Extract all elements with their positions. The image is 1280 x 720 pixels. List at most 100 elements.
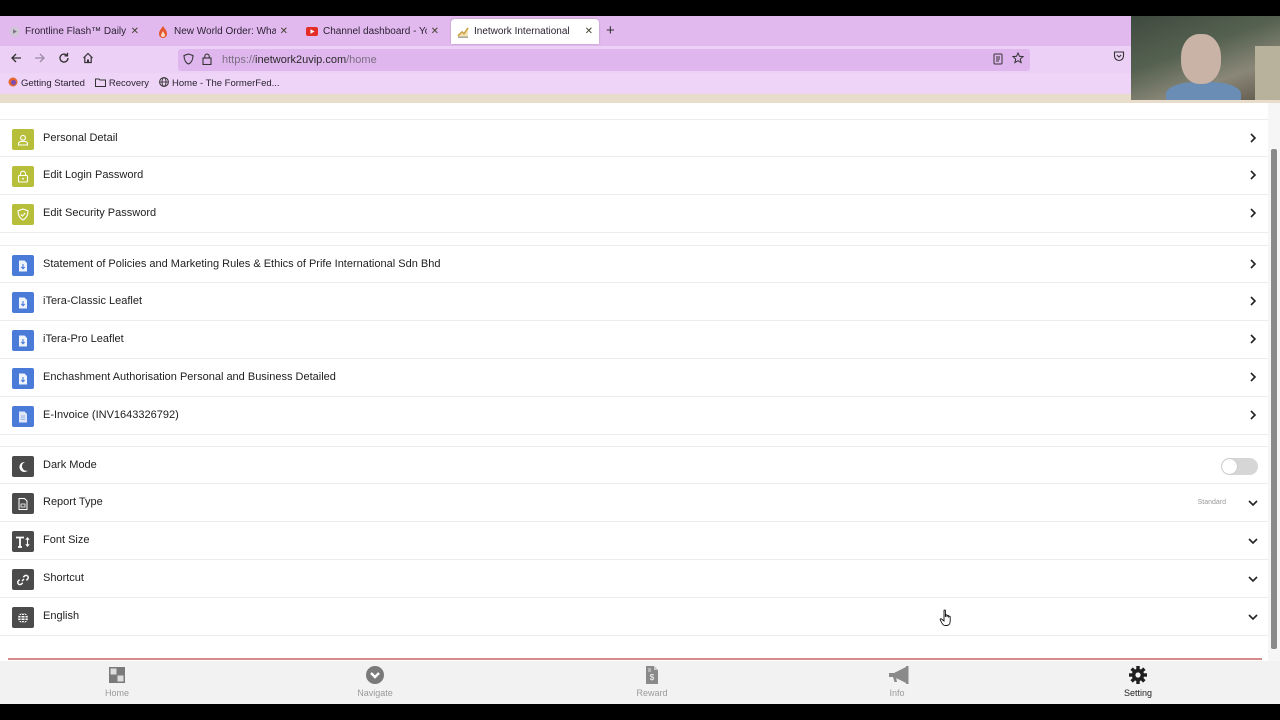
reload-button[interactable] (55, 51, 73, 69)
dark-mode-toggle[interactable] (1221, 458, 1258, 475)
settings-item-font-size[interactable]: Font Size (0, 522, 1268, 560)
settings-item-label: Enchashment Authorisation Personal and B… (43, 371, 336, 383)
reward-icon: $ (642, 665, 662, 685)
chevron-right-icon (1250, 208, 1257, 218)
browser-tab-active[interactable]: Inetwork International ✕ (451, 19, 599, 44)
youtube-icon (306, 26, 318, 38)
folder-icon (94, 78, 106, 90)
bookmarks-toolbar: Getting Started Recovery Home - The Form… (0, 73, 1131, 94)
url-text[interactable]: https://inetwork2uvip.com/home (222, 54, 377, 66)
nav-label: Info (889, 688, 905, 698)
back-button[interactable] (7, 51, 25, 69)
file-download-icon (12, 368, 34, 389)
shield-check-icon (12, 204, 34, 225)
arrow-right-icon (35, 53, 45, 63)
settings-item-language[interactable]: English (0, 598, 1268, 636)
nav-item-home[interactable]: Home (77, 665, 157, 698)
chevron-right-icon (1250, 334, 1257, 344)
nav-label: Reward (636, 688, 668, 698)
arrow-left-icon (11, 53, 21, 63)
browser-chrome: Frontline Flash™ Daily Dose ✕ New World … (0, 16, 1131, 94)
webcam-overlay (1131, 16, 1280, 100)
tab-title: Frontline Flash™ Daily Dose (25, 26, 127, 37)
bookmark-item[interactable]: Getting Started (8, 77, 85, 90)
hand-pointer-cursor-icon (939, 609, 951, 626)
settings-item-edit-login-password[interactable]: Edit Login Password (0, 157, 1268, 195)
nav-label: Setting (1123, 688, 1153, 698)
tab-close-icon[interactable]: ✕ (131, 26, 139, 37)
document-item-itera-pro-leaflet[interactable]: iTera-Pro Leaflet (0, 321, 1268, 359)
toggle-knob (1222, 459, 1237, 474)
tracking-shield-icon[interactable] (183, 52, 194, 68)
settings-item-label: Personal Detail (43, 132, 118, 144)
chevron-right-icon (1250, 170, 1257, 180)
settings-item-label: Shortcut (43, 572, 84, 584)
address-bar[interactable]: https://inetwork2uvip.com/home (178, 49, 1030, 71)
settings-item-label: Edit Login Password (43, 169, 144, 181)
account-settings-group: Personal Detail Edit Login Password Edit… (0, 119, 1268, 233)
firefox-icon (8, 77, 18, 90)
settings-item-label: iTera-Pro Leaflet (43, 333, 124, 345)
user-icon (12, 129, 34, 150)
link-icon (12, 569, 34, 590)
browser-tab[interactable]: Frontline Flash™ Daily Dose ✕ (2, 19, 145, 44)
scrollbar-thumb[interactable] (1271, 149, 1277, 649)
moon-icon (12, 456, 34, 477)
document-item-policies[interactable]: Statement of Policies and Marketing Rule… (0, 245, 1268, 283)
settings-item-label: Statement of Policies and Marketing Rule… (43, 258, 441, 270)
file-text-icon (12, 406, 34, 427)
settings-item-report-type[interactable]: Report Type Standard (0, 484, 1268, 522)
new-tab-button[interactable]: + (606, 22, 615, 39)
bookmark-label: Recovery (108, 78, 150, 89)
settings-item-label: Dark Mode (43, 459, 97, 471)
tab-title: Inetwork International (474, 26, 570, 37)
settings-item-label: iTera-Classic Leaflet (43, 295, 143, 307)
settings-item-edit-security-password[interactable]: Edit Security Password (0, 195, 1268, 233)
report-type-value: Standard (1197, 499, 1226, 506)
document-item-e-invoice[interactable]: E-Invoice (INV1643326792) (0, 397, 1268, 435)
settings-item-label: Edit Security Password (43, 207, 157, 219)
nav-item-navigate[interactable]: Navigate (335, 665, 415, 698)
url-path: /home (346, 54, 377, 66)
globe-icon (159, 77, 169, 90)
browser-tab[interactable]: Channel dashboard - YouTube ✕ (300, 19, 445, 44)
pocket-icon[interactable] (1113, 51, 1125, 65)
nav-item-setting[interactable]: Setting (1098, 665, 1178, 698)
forward-button[interactable] (31, 51, 49, 69)
reader-view-icon[interactable] (993, 53, 1003, 68)
chevron-right-icon (1250, 372, 1257, 382)
tab-close-icon[interactable]: ✕ (585, 26, 593, 37)
webcam-background (1255, 46, 1280, 100)
chart-icon (457, 26, 469, 38)
settings-item-label: English (43, 610, 80, 622)
home-icon (83, 52, 93, 64)
document-item-enchashment-authorisation[interactable]: Enchashment Authorisation Personal and B… (0, 359, 1268, 397)
home-grid-icon (107, 665, 127, 685)
document-item-itera-classic-leaflet[interactable]: iTera-Classic Leaflet (0, 283, 1268, 321)
tab-close-icon[interactable]: ✕ (431, 26, 439, 37)
nav-item-info[interactable]: Info (857, 665, 937, 698)
bookmark-item[interactable]: Recovery (94, 78, 150, 90)
documents-group: Statement of Policies and Marketing Rule… (0, 245, 1268, 435)
webcam-person-shirt (1166, 82, 1241, 100)
preferences-group: Dark Mode Report Type Standard Font Size… (0, 446, 1268, 636)
bookmark-item[interactable]: Home - The FormerFed... (159, 77, 280, 90)
tab-title: New World Order: What is (174, 26, 276, 37)
url-host: inetwork2uvip.com (255, 54, 347, 66)
lock-icon[interactable] (202, 53, 212, 68)
settings-item-label: E-Invoice (INV1643326792) (43, 409, 179, 421)
nav-label: Navigate (357, 688, 393, 698)
nav-label: Home (104, 688, 129, 698)
chevron-right-icon (1250, 259, 1257, 269)
bottom-navigation: Home Navigate $ Reward Info Setting (0, 661, 1280, 704)
chevron-down-icon (1248, 538, 1258, 545)
settings-item-shortcut[interactable]: Shortcut (0, 560, 1268, 598)
bookmark-star-icon[interactable] (1011, 51, 1025, 67)
settings-item-label: Font Size (43, 534, 90, 546)
tab-close-icon[interactable]: ✕ (280, 26, 288, 37)
nav-item-reward[interactable]: $ Reward (612, 665, 692, 698)
browser-tab[interactable]: New World Order: What is ✕ (151, 19, 294, 44)
settings-item-personal-detail[interactable]: Personal Detail (0, 119, 1268, 157)
chevron-down-icon (1248, 576, 1258, 583)
home-button[interactable] (79, 51, 97, 69)
